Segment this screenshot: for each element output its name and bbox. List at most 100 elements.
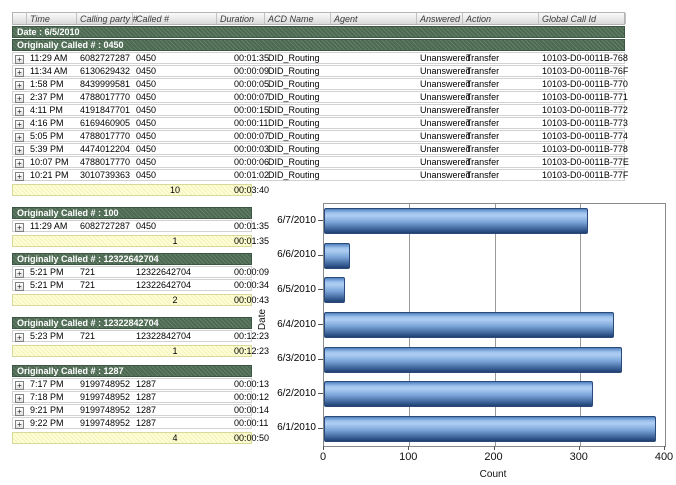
cell-time: 10:21 PM — [27, 170, 77, 180]
report-group-12322842704: Originally Called # : 12322842704 +5:23 P… — [12, 316, 252, 357]
x-tick-label: 200 — [484, 451, 502, 463]
chart-bar — [324, 416, 656, 442]
column-header-acd-name: ACD Name — [265, 13, 331, 24]
expand-icon[interactable]: + — [15, 81, 24, 90]
cell-time: 11:34 AM — [27, 66, 77, 76]
cell-global_call_id: 10103-D0-0011B-76F — [539, 66, 626, 76]
x-tick — [579, 446, 580, 450]
expander-cell: + — [13, 144, 27, 155]
category-label-text: 6/4/2010 — [277, 319, 316, 330]
cell-duration: 00:00:07 — [217, 131, 265, 141]
summary-count: 2 — [133, 295, 217, 305]
expand-icon[interactable]: + — [15, 420, 24, 429]
cell-action: Transfer — [463, 157, 539, 167]
cell-called: 0450 — [133, 144, 217, 154]
cell-action: Transfer — [463, 118, 539, 128]
expand-icon[interactable]: + — [15, 223, 24, 232]
expand-icon[interactable]: + — [15, 133, 24, 142]
x-tick — [408, 446, 409, 450]
cell-acd: DID_Routing — [265, 79, 331, 89]
expander-cell: + — [13, 331, 27, 342]
cell-calling: 6169460905 — [77, 118, 133, 128]
cell-acd: DID_Routing — [265, 144, 331, 154]
cell-answered: Unanswered — [417, 144, 463, 154]
expander-cell: + — [13, 92, 27, 103]
cell-acd: DID_Routing — [265, 131, 331, 141]
bar-row — [324, 239, 665, 274]
expand-icon[interactable]: + — [15, 269, 24, 278]
cell-time: 10:07 PM — [27, 157, 77, 167]
x-tick — [494, 446, 495, 450]
x-tick — [323, 446, 324, 450]
cell-answered: Unanswered — [417, 170, 463, 180]
cell-acd: DID_Routing — [265, 53, 331, 63]
cell-duration: 00:01:02 — [217, 170, 265, 180]
cell-time: 7:17 PM — [27, 379, 77, 389]
expand-icon[interactable]: + — [15, 55, 24, 64]
cell-time: 2:37 PM — [27, 92, 77, 102]
cell-time: 5:21 PM — [27, 280, 77, 290]
expand-icon[interactable]: + — [15, 146, 24, 155]
expander-cell: + — [13, 267, 27, 278]
cell-calling: 9199748952 — [77, 379, 133, 389]
category-label-text: 6/2/2010 — [277, 388, 316, 399]
category-label: 6/5/2010 — [250, 272, 323, 307]
cell-time: 11:29 AM — [27, 53, 77, 63]
expand-icon[interactable]: + — [15, 381, 24, 390]
cell-acd: DID_Routing — [265, 66, 331, 76]
cell-answered: Unanswered — [417, 66, 463, 76]
cell-duration: 00:00:15 — [217, 105, 265, 115]
report-group-1287: Originally Called # : 1287+7:17 PM919974… — [12, 364, 252, 444]
cell-time: 5:23 PM — [27, 331, 77, 341]
expand-icon[interactable]: + — [15, 282, 24, 291]
expand-icon[interactable]: + — [15, 107, 24, 116]
group-header-label: Originally Called # : 0450 — [17, 40, 124, 50]
expand-icon[interactable]: + — [15, 333, 24, 342]
expand-icon[interactable]: + — [15, 172, 24, 181]
expand-icon[interactable]: + — [15, 394, 24, 403]
cell-acd: DID_Routing — [265, 157, 331, 167]
report-group-100: Originally Called # : 100+11:29 AM608272… — [12, 206, 252, 247]
cell-action: Transfer — [463, 53, 539, 63]
expander-cell: + — [13, 53, 27, 64]
cell-calling: 4788017770 — [77, 131, 133, 141]
table-row: +9:22 PM9199748952128700:00:11 — [12, 417, 252, 429]
cell-global_call_id: 10103-D0-0011B-773 — [539, 118, 626, 128]
cell-called: 0450 — [133, 157, 217, 167]
expand-icon[interactable]: + — [15, 407, 24, 416]
cell-called: 12322642704 — [133, 280, 217, 290]
x-axis-label: Count — [480, 469, 507, 480]
cell-calling: 3010739363 — [77, 170, 133, 180]
expand-icon[interactable]: + — [15, 159, 24, 168]
cell-calling: 6082727287 — [77, 53, 133, 63]
cell-time: 5:39 PM — [27, 144, 77, 154]
cell-global_call_id: 10103-D0-0011B-770 — [539, 79, 626, 89]
expand-icon[interactable]: + — [15, 94, 24, 103]
cell-called: 0450 — [133, 118, 217, 128]
expand-icon[interactable]: + — [15, 68, 24, 77]
table-row: +7:18 PM9199748952128700:00:12 — [12, 391, 252, 403]
date-group-label: Date : 6/5/2010 — [17, 27, 80, 37]
expand-icon[interactable]: + — [15, 120, 24, 129]
call-report-window: TimeCalling party #Called #DurationACD N… — [0, 0, 676, 485]
cell-acd: DID_Routing — [265, 170, 331, 180]
cell-called: 0450 — [133, 53, 217, 63]
cell-time: 5:21 PM — [27, 267, 77, 277]
summary-count: 10 — [133, 185, 217, 195]
chart-bar — [324, 347, 622, 373]
cell-answered: Unanswered — [417, 131, 463, 141]
cell-calling: 9199748952 — [77, 418, 133, 428]
table-row: +5:21 PM7211232264270400:00:34 — [12, 279, 252, 291]
group-header: Originally Called # : 12322842704 — [12, 317, 252, 329]
cell-duration: 00:00:11 — [217, 418, 253, 428]
group-header: Originally Called # : 1287 — [12, 365, 252, 377]
group-header: Originally Called # : 100 — [12, 207, 252, 219]
expander-cell: + — [13, 405, 27, 416]
cell-called: 12322842704 — [133, 331, 217, 341]
cell-answered: Unanswered — [417, 53, 463, 63]
plot-area — [323, 203, 666, 447]
cell-global_call_id: 10103-D0-0011B-77F — [539, 170, 626, 180]
cell-called: 1287 — [133, 418, 217, 428]
group-header: Originally Called # : 0450 — [12, 39, 625, 51]
x-tick-label: 300 — [570, 451, 588, 463]
